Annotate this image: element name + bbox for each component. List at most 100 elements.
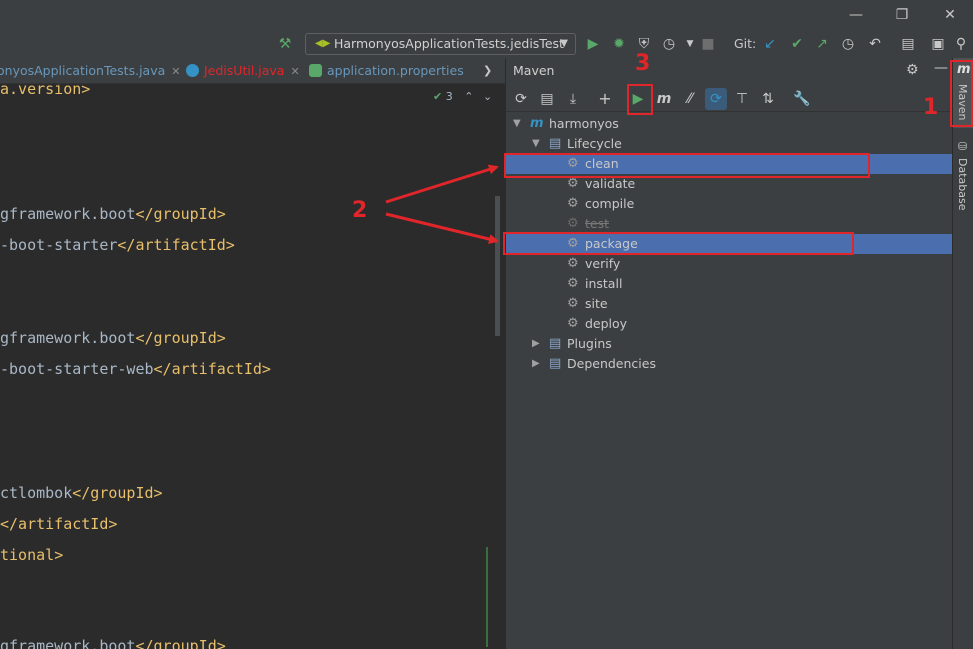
close-icon[interactable]: ✕ bbox=[171, 65, 180, 78]
layout-icon[interactable]: ▣ bbox=[928, 34, 948, 54]
main-toolbar: ⚒ ◀▶ HarmonyosApplicationTests.jedisTest… bbox=[0, 30, 973, 58]
inspection-check-icon: ✔ bbox=[433, 90, 443, 103]
tree-item-label: Plugins bbox=[567, 336, 612, 351]
tabs-overflow-chevron-icon[interactable]: ❯ bbox=[483, 58, 492, 84]
tree-item-lifecycle[interactable]: ▼ ▤ Lifecycle bbox=[506, 134, 953, 154]
right-tool-stripe: m Maven ⛁ Database bbox=[952, 58, 973, 649]
tree-item-label: compile bbox=[585, 196, 635, 211]
maven-toolbar: ⟳ ▤ ⤓ + ▶ m ⁄⁄ ⟳ ⊤ ⇅ 🔧 bbox=[506, 86, 953, 112]
gear-icon[interactable]: ⚙ bbox=[906, 62, 919, 78]
git-commit-icon[interactable]: ✔ bbox=[787, 34, 807, 54]
stop-icon[interactable]: ■ bbox=[698, 34, 718, 54]
tree-item-compile[interactable]: ⚙ compile bbox=[506, 194, 953, 214]
chevron-down-icon[interactable]: ▼ bbox=[532, 134, 540, 154]
gear-icon: ⚙ bbox=[567, 276, 579, 291]
database-icon: ⛁ bbox=[958, 140, 968, 153]
next-highlight-icon[interactable]: ⌄ bbox=[483, 90, 492, 103]
gear-icon: ⚙ bbox=[567, 196, 579, 211]
tab-jedis-util[interactable]: JedisUtil.java ✕ bbox=[186, 58, 300, 84]
tree-item-label: verify bbox=[585, 256, 621, 271]
wrench-icon[interactable]: 🔧 bbox=[791, 88, 813, 110]
code-line: -boot-starter-web</artifactId> bbox=[0, 360, 271, 378]
maven-tool-window: Maven ⚙ — ⟳ ▤ ⤓ + ▶ m ⁄⁄ ⟳ ⊤ ⇅ 🔧 ▼ m har… bbox=[505, 58, 953, 649]
chevron-right-icon[interactable]: ▶ bbox=[532, 354, 540, 374]
show-dependencies-icon[interactable]: ⊤ bbox=[731, 88, 753, 110]
chevron-right-icon[interactable]: ▶ bbox=[532, 334, 540, 354]
tab-label: application.properties bbox=[327, 63, 464, 78]
more-run-chevron-icon[interactable]: ▼ bbox=[680, 34, 700, 54]
tree-item-dependencies[interactable]: ▶ ▤ Dependencies bbox=[506, 354, 953, 374]
library-icon: ▤ bbox=[549, 356, 562, 371]
history-icon[interactable]: ◷ bbox=[838, 34, 858, 54]
download-sources-icon[interactable]: ⤓ bbox=[562, 88, 584, 110]
tree-item-plugins[interactable]: ▶ ▤ Plugins bbox=[506, 334, 953, 354]
search-icon[interactable]: ⚲ bbox=[951, 34, 971, 54]
tree-item-label: install bbox=[585, 276, 623, 291]
previous-highlight-icon[interactable]: ⌃ bbox=[464, 90, 473, 103]
gear-icon: ⚙ bbox=[567, 216, 579, 231]
inspection-count: 3 bbox=[445, 90, 453, 103]
git-update-icon[interactable]: ↙ bbox=[760, 34, 780, 54]
hide-panel-icon[interactable]: — bbox=[934, 60, 948, 76]
tree-item-verify[interactable]: ⚙ verify bbox=[506, 254, 953, 274]
tree-item-label: Lifecycle bbox=[567, 136, 622, 151]
execute-maven-goal-icon[interactable]: m bbox=[653, 88, 675, 110]
tree-item-label: test bbox=[585, 216, 610, 231]
debug-bug-icon[interactable]: ✹ bbox=[609, 34, 629, 54]
title-bar: — ❐ ✕ bbox=[0, 0, 973, 30]
database-stripe-label: Database bbox=[956, 158, 969, 211]
gear-icon: ⚙ bbox=[567, 316, 579, 331]
code-line: -boot-starter</artifactId> bbox=[0, 236, 235, 254]
rollback-icon[interactable]: ↶ bbox=[865, 34, 885, 54]
tree-item-label: site bbox=[585, 296, 608, 311]
git-label: Git: bbox=[734, 36, 757, 51]
highlight-box-run-button bbox=[627, 84, 653, 115]
tree-item-deploy[interactable]: ⚙ deploy bbox=[506, 314, 953, 334]
tab-application-properties[interactable]: application.properties bbox=[309, 58, 464, 84]
reload-icon[interactable]: ⟳ bbox=[510, 88, 532, 110]
gear-icon: ⚙ bbox=[567, 256, 579, 271]
gear-icon: ⚙ bbox=[567, 296, 579, 311]
close-icon[interactable]: ✕ bbox=[290, 65, 299, 78]
code-editor[interactable]: a.version> gframework.boot</groupId> -bo… bbox=[0, 84, 505, 649]
skip-tests-icon[interactable]: ⟳ bbox=[705, 88, 727, 110]
profile-icon[interactable]: ◷ bbox=[659, 34, 679, 54]
run-icon[interactable]: ▶ bbox=[583, 34, 603, 54]
tree-item-install[interactable]: ⚙ install bbox=[506, 274, 953, 294]
chevron-down-icon[interactable]: ▼ bbox=[513, 114, 521, 134]
editor-scrollbar[interactable] bbox=[495, 196, 500, 336]
add-project-icon[interactable]: + bbox=[594, 88, 616, 110]
code-line: gframework.boot</groupId> bbox=[0, 637, 226, 649]
tree-item-test[interactable]: ⚙ test bbox=[506, 214, 953, 234]
tab-label: onyosApplicationTests.java bbox=[0, 63, 166, 78]
maven-header: Maven ⚙ — bbox=[506, 58, 953, 84]
tree-item-label: deploy bbox=[585, 316, 628, 331]
database-stripe-button[interactable]: ⛁ Database bbox=[953, 138, 973, 218]
git-push-icon[interactable]: ↗ bbox=[812, 34, 832, 54]
vcs-change-marker bbox=[486, 547, 488, 647]
minimize-icon[interactable]: — bbox=[846, 5, 866, 25]
restore-icon[interactable]: ❐ bbox=[892, 5, 912, 25]
properties-file-icon bbox=[309, 64, 322, 77]
tab-label: JedisUtil.java bbox=[204, 63, 285, 78]
build-hammer-icon[interactable]: ⚒ bbox=[275, 34, 295, 54]
code-line: gframework.boot</groupId> bbox=[0, 205, 226, 223]
tree-item-harmonyos[interactable]: ▼ m harmonyos bbox=[506, 114, 953, 134]
code-line: </artifactId> bbox=[0, 515, 118, 533]
generate-sources-icon[interactable]: ▤ bbox=[536, 88, 558, 110]
annotation-number-2: 2 bbox=[352, 198, 368, 223]
inspection-widget[interactable]: ✔ 3 ⌃ ⌄ bbox=[433, 90, 492, 103]
highlight-box-clean bbox=[504, 153, 870, 178]
java-class-icon bbox=[186, 64, 199, 77]
code-line: gframework.boot</groupId> bbox=[0, 329, 226, 347]
maven-project-icon: m bbox=[530, 116, 544, 131]
close-icon[interactable]: ✕ bbox=[940, 5, 960, 25]
highlight-box-maven-tab bbox=[950, 60, 973, 127]
tree-item-site[interactable]: ⚙ site bbox=[506, 294, 953, 314]
collapse-all-icon[interactable]: ⇅ bbox=[757, 88, 779, 110]
editor-tabs: onyosApplicationTests.java ✕ JedisUtil.ja… bbox=[0, 58, 505, 84]
run-configuration-select[interactable]: ◀▶ HarmonyosApplicationTests.jedisTest ▼ bbox=[305, 33, 576, 55]
toggle-offline-icon[interactable]: ⁄⁄ bbox=[679, 88, 701, 110]
tab-application-tests[interactable]: onyosApplicationTests.java ✕ bbox=[0, 58, 180, 84]
project-structure-icon[interactable]: ▤ bbox=[898, 34, 918, 54]
